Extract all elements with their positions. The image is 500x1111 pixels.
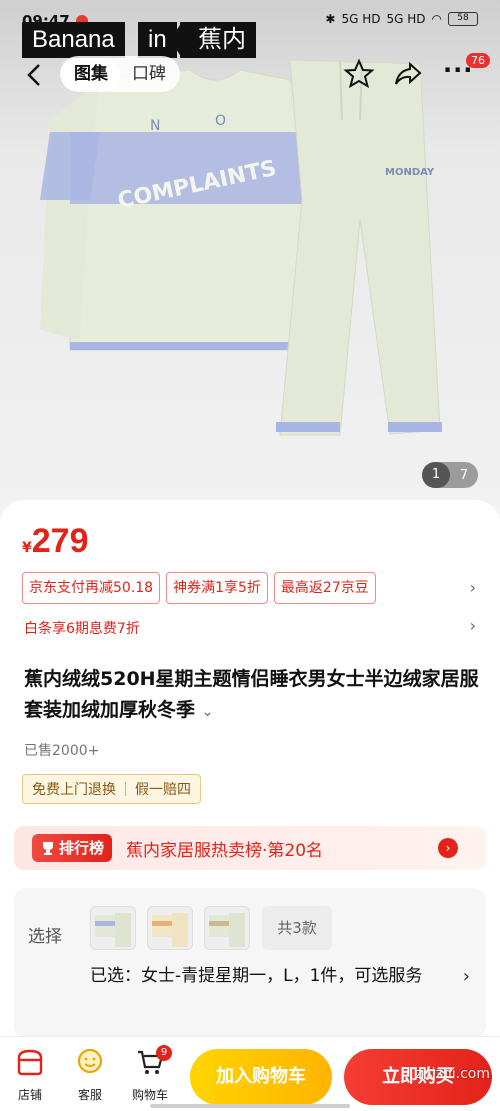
watermark: zhizhi.com — [415, 1066, 490, 1082]
image-counter: 1 7 — [422, 462, 478, 488]
more-badge: 76 — [466, 53, 490, 68]
promotion-row[interactable]: 京东支付再减50.18 神券满1享5折 最高返27京豆 — [22, 572, 376, 604]
ranking-badge: 排行榜 — [32, 834, 113, 862]
shop-label: 店铺 — [17, 1088, 42, 1102]
arrow-right-icon[interactable]: › — [438, 838, 458, 858]
product-photo: COMPLAINTS N O MONDAY — [40, 59, 442, 436]
svg-text:MONDAY: MONDAY — [385, 167, 435, 178]
customer-service-label: 客服 — [77, 1088, 102, 1102]
favorite-star-icon[interactable] — [343, 58, 375, 90]
wifi-icon: ◠ — [431, 12, 442, 26]
price-value: 279 — [31, 522, 89, 560]
product-info-card: ¥279 京东支付再减50.18 神券满1享5折 最高返27京豆 › 白条享6期… — [0, 500, 500, 1111]
product-image-gallery[interactable]: COMPLAINTS N O MONDAY 09:47 ✱ 5G HD 5G H… — [0, 0, 500, 505]
product-title-text: 蕉内绒绒520H星期主题情侣睡衣男女士半边绒家居服套装加绒加厚秋冬季 — [24, 668, 479, 721]
variant-thumbnail-icon — [152, 913, 188, 947]
promo-tag[interactable]: 京东支付再减50.18 — [22, 572, 161, 604]
variant-swatch[interactable] — [147, 906, 193, 950]
service-guarantees[interactable]: 免费上门退换 假一赔四 — [22, 774, 201, 804]
variant-selector[interactable]: 选择 共3款 已选：女士-青提星期一，L，1件，可选服务 › — [14, 888, 486, 1038]
variant-swatch[interactable] — [90, 906, 136, 950]
tab-gallery[interactable]: 图集 — [62, 58, 120, 90]
tab-reviews[interactable]: 口碑 — [120, 58, 178, 90]
ranking-badge-label: 排行榜 — [59, 839, 105, 857]
chevron-right-icon[interactable]: › — [470, 578, 476, 597]
product-title[interactable]: 蕉内绒绒520H星期主题情侣睡衣男女士半边绒家居服套装加绒加厚秋冬季 ⌄ — [24, 664, 484, 728]
ranking-text: 蕉内家居服热卖榜·第20名 — [126, 840, 324, 861]
customer-service-button[interactable]: 客服 — [66, 1047, 114, 1103]
signal-1-label: 5G HD — [341, 12, 381, 26]
home-indicator[interactable] — [150, 1104, 350, 1108]
chevron-left-icon — [27, 64, 40, 86]
shop-icon — [17, 1049, 43, 1076]
share-icon[interactable] — [393, 60, 423, 88]
cart-label: 购物车 — [131, 1088, 168, 1102]
brand-logo-part3: 蕉内 — [170, 22, 256, 58]
image-current: 1 — [422, 462, 450, 488]
media-tabs: 图集 口碑 — [60, 56, 180, 92]
image-total: 7 — [459, 467, 469, 483]
cart-button[interactable]: 9 购物车 — [126, 1045, 174, 1103]
svg-text:O: O — [215, 113, 226, 129]
signal-2-label: 5G HD — [386, 12, 426, 26]
promo-tag[interactable]: 神券满1享5折 — [166, 572, 268, 604]
chevron-right-icon[interactable]: › — [470, 616, 476, 635]
shop-button[interactable]: 店铺 — [6, 1047, 54, 1103]
service-item: 假一赔四 — [135, 782, 191, 798]
battery-icon: 58 — [448, 12, 478, 26]
svg-text:N: N — [150, 118, 160, 134]
variant-thumbnail-icon — [209, 913, 245, 947]
chevron-down-icon[interactable]: ⌄ — [202, 704, 214, 720]
service-item: 免费上门退换 — [32, 782, 116, 798]
promo-tag[interactable]: 最高返27京豆 — [273, 572, 376, 604]
cart-count-badge: 9 — [156, 1045, 172, 1061]
add-to-cart-button[interactable]: 加入购物车 — [190, 1049, 332, 1105]
variant-thumbnail-icon — [95, 913, 131, 947]
price: ¥279 — [22, 522, 88, 561]
ranking-banner[interactable]: 排行榜 蕉内家居服热卖榜·第20名 › — [14, 826, 486, 870]
variant-count[interactable]: 共3款 — [262, 906, 332, 950]
bluetooth-icon: ✱ — [325, 12, 336, 26]
variant-swatch[interactable] — [204, 906, 250, 950]
chevron-right-icon[interactable]: › — [463, 966, 470, 987]
customer-service-icon — [77, 1048, 103, 1074]
trophy-icon — [43, 842, 53, 855]
installment-offer[interactable]: 白条享6期息费7折 — [24, 618, 140, 638]
brand-logo-part1: Banana — [22, 22, 125, 58]
sold-count: 已售2000+ — [24, 743, 100, 759]
back-button[interactable] — [20, 60, 50, 90]
price-currency: ¥ — [22, 540, 32, 556]
status-icons: ✱ 5G HD 5G HD ◠ 58 — [325, 12, 478, 26]
select-label: 选择 — [28, 927, 62, 947]
selected-variant[interactable]: 已选：女士-青提星期一，L，1件，可选服务 — [90, 960, 460, 992]
